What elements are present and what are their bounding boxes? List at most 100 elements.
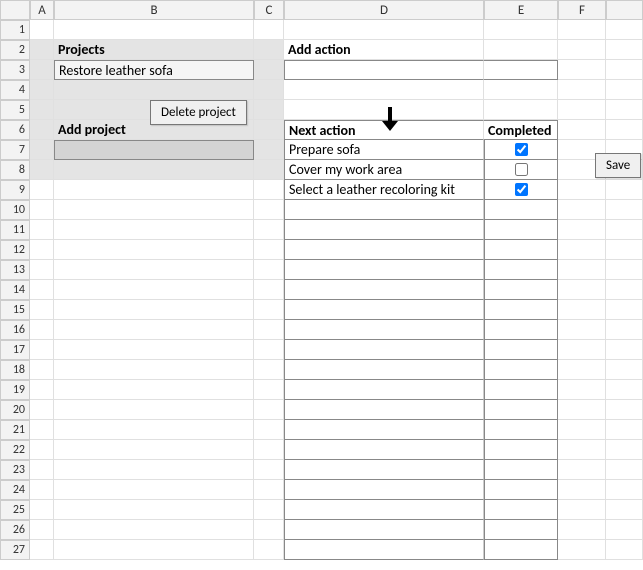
row-header-4[interactable]: 4 [0, 80, 30, 100]
cell-F17[interactable] [558, 340, 606, 360]
cell-A3[interactable] [30, 60, 54, 80]
cell-F2[interactable] [558, 40, 606, 60]
cell-E24[interactable] [484, 480, 558, 500]
row-header-11[interactable]: 11 [0, 220, 30, 240]
cell-A22[interactable] [30, 440, 54, 460]
completed-checkbox[interactable] [515, 183, 528, 196]
cell-D22[interactable] [284, 440, 484, 460]
save-button[interactable]: Save [595, 153, 641, 178]
cell-C7[interactable] [254, 140, 284, 160]
cell-C22[interactable] [254, 440, 284, 460]
cell-C1[interactable] [254, 20, 284, 40]
cell-B15[interactable] [54, 300, 254, 320]
row-header-9[interactable]: 9 [0, 180, 30, 200]
cell-E19[interactable] [484, 380, 558, 400]
cell-B9[interactable] [54, 180, 254, 200]
cell-B1[interactable] [54, 20, 254, 40]
col-header-C[interactable]: C [254, 0, 284, 20]
cell-F12[interactable] [558, 240, 606, 260]
cell-11[interactable] [606, 220, 643, 240]
projects-header[interactable]: Projects [54, 40, 254, 60]
cell-D13[interactable] [284, 260, 484, 280]
cell-D1[interactable] [284, 20, 484, 40]
cell-26[interactable] [606, 520, 643, 540]
cell-C27[interactable] [254, 540, 284, 560]
cell-B14[interactable] [54, 280, 254, 300]
row-header-13[interactable]: 13 [0, 260, 30, 280]
cell-23[interactable] [606, 460, 643, 480]
cell-C2[interactable] [254, 40, 284, 60]
row-header-3[interactable]: 3 [0, 60, 30, 80]
cell-F15[interactable] [558, 300, 606, 320]
cell-25[interactable] [606, 500, 643, 520]
cell-E27[interactable] [484, 540, 558, 560]
cell-E1[interactable] [484, 20, 558, 40]
action-row-text[interactable]: Prepare sofa [284, 140, 484, 160]
cell-F14[interactable] [558, 280, 606, 300]
cell-F6[interactable] [558, 120, 606, 140]
cell-B24[interactable] [54, 480, 254, 500]
row-header-14[interactable]: 14 [0, 280, 30, 300]
cell-B10[interactable] [54, 200, 254, 220]
cell-A13[interactable] [30, 260, 54, 280]
action-row-completed[interactable] [484, 160, 558, 180]
row-header-10[interactable]: 10 [0, 200, 30, 220]
cell-A6[interactable] [30, 120, 54, 140]
cell-A26[interactable] [30, 520, 54, 540]
cell-E4[interactable] [484, 80, 558, 100]
cell-D24[interactable] [284, 480, 484, 500]
cell-A17[interactable] [30, 340, 54, 360]
cell-E17[interactable] [484, 340, 558, 360]
cell-D25[interactable] [284, 500, 484, 520]
cell-B25[interactable] [54, 500, 254, 520]
row-header-21[interactable]: 21 [0, 420, 30, 440]
cell-C21[interactable] [254, 420, 284, 440]
cell-18[interactable] [606, 360, 643, 380]
cell-A2[interactable] [30, 40, 54, 60]
cell-E16[interactable] [484, 320, 558, 340]
cell-15[interactable] [606, 300, 643, 320]
cell-D15[interactable] [284, 300, 484, 320]
cell-A9[interactable] [30, 180, 54, 200]
cell-D27[interactable] [284, 540, 484, 560]
cell-D4[interactable] [284, 80, 484, 100]
cell-10[interactable] [606, 200, 643, 220]
row-header-2[interactable]: 2 [0, 40, 30, 60]
cell-B13[interactable] [54, 260, 254, 280]
cell-A7[interactable] [30, 140, 54, 160]
cell-C26[interactable] [254, 520, 284, 540]
cell-E26[interactable] [484, 520, 558, 540]
cell-F3[interactable] [558, 60, 606, 80]
cell-C12[interactable] [254, 240, 284, 260]
cell-B26[interactable] [54, 520, 254, 540]
cell-12[interactable] [606, 240, 643, 260]
cell-F20[interactable] [558, 400, 606, 420]
cell-E14[interactable] [484, 280, 558, 300]
cell-A5[interactable] [30, 100, 54, 120]
cell-F16[interactable] [558, 320, 606, 340]
row-header-8[interactable]: 8 [0, 160, 30, 180]
cell-F23[interactable] [558, 460, 606, 480]
cell-E18[interactable] [484, 360, 558, 380]
cell-A27[interactable] [30, 540, 54, 560]
cell-B20[interactable] [54, 400, 254, 420]
add-project-input[interactable] [54, 140, 254, 160]
cell-A12[interactable] [30, 240, 54, 260]
col-header-F[interactable]: F [558, 0, 606, 20]
cell-D18[interactable] [284, 360, 484, 380]
row-header-16[interactable]: 16 [0, 320, 30, 340]
cell-C15[interactable] [254, 300, 284, 320]
cell-B19[interactable] [54, 380, 254, 400]
action-row-text[interactable]: Select a leather recoloring kit [284, 180, 484, 200]
cell-A25[interactable] [30, 500, 54, 520]
cell-B12[interactable] [54, 240, 254, 260]
cell-5[interactable] [606, 100, 643, 120]
cell-A10[interactable] [30, 200, 54, 220]
cell-B27[interactable] [54, 540, 254, 560]
cell-24[interactable] [606, 480, 643, 500]
cell-A19[interactable] [30, 380, 54, 400]
cell-C23[interactable] [254, 460, 284, 480]
cell-E12[interactable] [484, 240, 558, 260]
row-header-18[interactable]: 18 [0, 360, 30, 380]
row-header-20[interactable]: 20 [0, 400, 30, 420]
